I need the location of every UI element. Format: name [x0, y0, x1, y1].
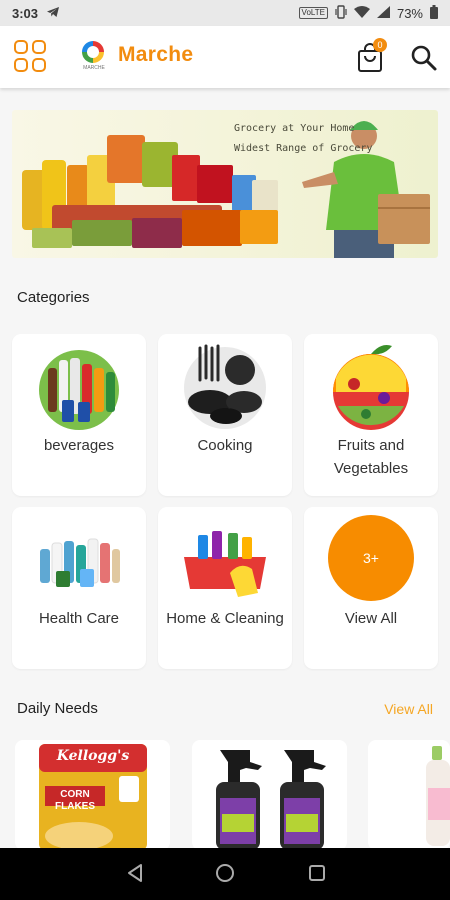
cleaning-icon: [184, 531, 266, 597]
marche-logo: MARCHE: [80, 41, 108, 73]
search-icon: [411, 45, 437, 71]
system-navigation-bar: [0, 848, 450, 900]
categories-heading: Categories: [17, 289, 90, 306]
fruits-vegetables-icon: [333, 345, 409, 430]
category-card-view-all[interactable]: 3+ View All: [304, 507, 438, 669]
bottle-icon: [426, 746, 450, 846]
home-icon[interactable]: [214, 862, 236, 884]
app-title: Marche: [118, 43, 194, 66]
recents-icon[interactable]: [306, 862, 328, 884]
category-card-fruits-vegetables[interactable]: Fruits and Vegetables: [304, 334, 438, 496]
category-label: beverages: [43, 437, 115, 454]
banner-subline: Widest Range of Grocery: [234, 143, 373, 154]
menu-grid-icon[interactable]: [14, 40, 48, 74]
category-label: Cooking: [197, 437, 253, 454]
telegram-icon: [46, 6, 60, 21]
daily-needs-heading: Daily Needs: [17, 700, 98, 717]
status-bar: 3:03 VoLTE 73%: [0, 0, 450, 26]
wifi-icon: [353, 5, 370, 21]
signal-icon: [376, 5, 390, 21]
beverages-icon: [39, 350, 119, 430]
category-card-health-care[interactable]: Health Care: [12, 507, 146, 669]
cart-count-badge: 0: [373, 38, 387, 52]
category-label: Health Care: [38, 610, 120, 627]
product-card[interactable]: Kellogg's CORN FLAKES: [15, 740, 170, 850]
promo-banner[interactable]: Grocery at Your Home Widest Range of Gro…: [12, 110, 438, 258]
category-label: Home & Cleaning: [166, 610, 284, 627]
category-label: Fruits and Vegetables: [333, 437, 409, 477]
product-brand: Kellogg's: [56, 748, 130, 764]
vibrate-icon: [335, 4, 347, 22]
battery-percent: 73%: [396, 5, 423, 21]
health-care-icon: [40, 538, 120, 587]
banner-headline: Grocery at Your Home: [234, 123, 355, 134]
back-icon[interactable]: [124, 862, 146, 884]
view-all-badge: 3+: [328, 515, 414, 601]
cookware-icon: [184, 344, 266, 429]
spray-bottles-icon: [216, 750, 326, 850]
category-card-home-cleaning[interactable]: Home & Cleaning: [158, 507, 292, 669]
product-card[interactable]: [368, 740, 450, 850]
product-name: CORN FLAKES: [55, 789, 95, 812]
app-bar: MARCHE Marche 0: [0, 26, 450, 88]
daily-needs-view-all-link[interactable]: View All: [384, 701, 433, 717]
groceries-illustration: [22, 121, 430, 258]
search-button[interactable]: [410, 44, 438, 72]
product-card[interactable]: [192, 740, 347, 850]
volte-badge: VoLTE: [298, 7, 328, 19]
category-label: View All: [344, 610, 398, 627]
status-time: 3:03: [12, 5, 39, 21]
battery-icon: [430, 4, 438, 22]
category-card-beverages[interactable]: beverages: [12, 334, 146, 496]
category-card-cooking[interactable]: Cooking: [158, 334, 292, 496]
